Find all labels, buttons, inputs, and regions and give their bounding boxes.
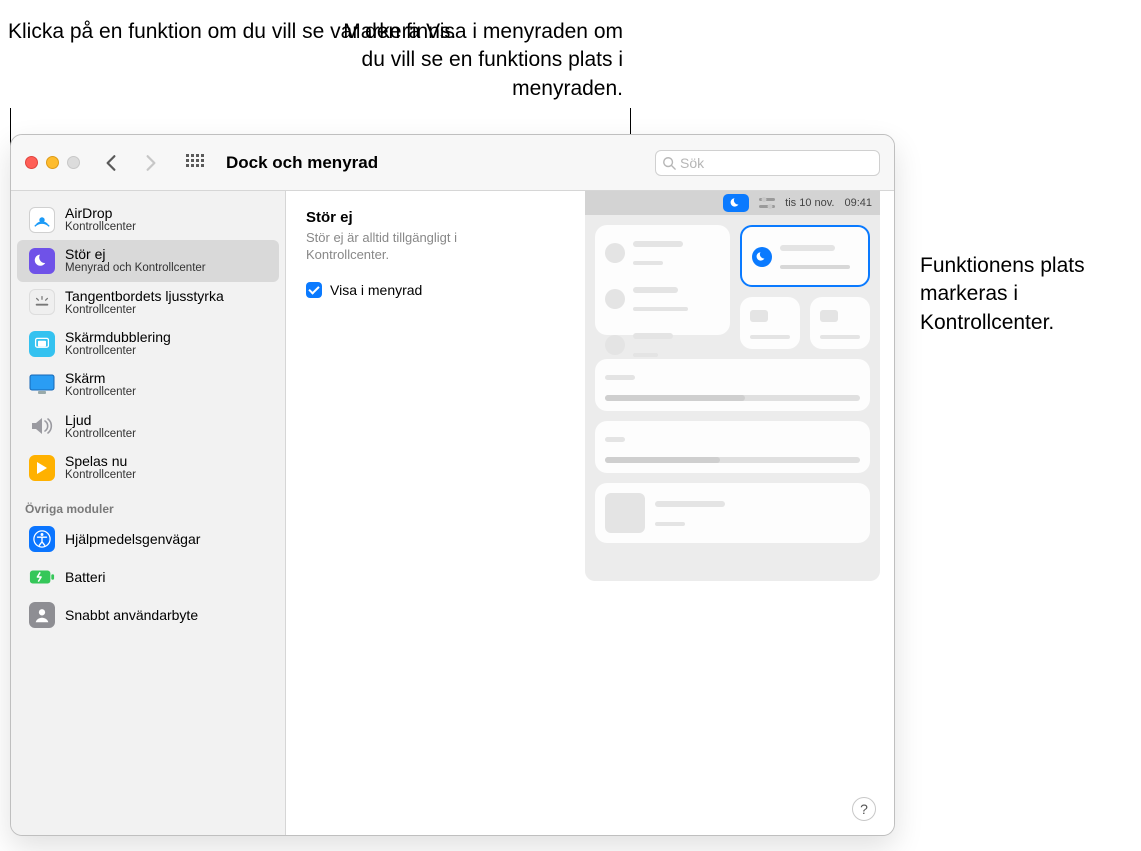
- sidebar-item-do-not-disturb[interactable]: Stör ej Menyrad och Kontrollcenter: [17, 240, 279, 281]
- display-icon: [29, 372, 55, 398]
- sidebar-item-fast-user-switching[interactable]: Snabbt användarbyte: [17, 596, 279, 634]
- moon-icon: [752, 247, 772, 267]
- airdrop-icon: [29, 207, 55, 233]
- sidebar-item-label: Spelas nu: [65, 453, 136, 469]
- sidebar-item-label: AirDrop: [65, 205, 136, 221]
- preview-tile-do-not-disturb: [740, 225, 870, 287]
- help-button[interactable]: ?: [852, 797, 876, 821]
- preview-menubar: tis 10 nov. 09:41: [585, 191, 880, 215]
- sidebar-item-label: Batteri: [65, 569, 105, 585]
- show-all-button[interactable]: [180, 148, 210, 178]
- sidebar-item-label: Skärm: [65, 370, 136, 386]
- sidebar-item-sound[interactable]: Ljud Kontrollcenter: [17, 406, 279, 447]
- detail-subtext: Stör ej är alltid tillgängligt i Kontrol…: [306, 230, 506, 264]
- detail-pane: Stör ej Stör ej är alltid tillgängligt i…: [286, 191, 894, 835]
- accessibility-icon: [29, 526, 55, 552]
- show-in-menubar-checkbox[interactable]: [306, 282, 322, 298]
- close-window-button[interactable]: [25, 156, 38, 169]
- sidebar-section-other-modules: Övriga moduler: [11, 488, 285, 520]
- sidebar-item-sublabel: Menyrad och Kontrollcenter: [65, 262, 206, 275]
- sidebar-item-sublabel: Kontrollcenter: [65, 345, 171, 358]
- menubar-control-center-icon: [759, 197, 775, 209]
- traffic-lights: [25, 156, 80, 169]
- moon-icon: [29, 248, 55, 274]
- sidebar-item-sublabel: Kontrollcenter: [65, 469, 136, 482]
- preferences-window: Dock och menyrad AirDrop Kontrollcenter: [10, 134, 895, 836]
- show-in-menubar-label: Visa i menyrad: [330, 282, 422, 298]
- menubar-dnd-pill: [723, 194, 749, 212]
- preview-tile-generic: [740, 297, 800, 349]
- forward-button: [136, 148, 166, 178]
- play-icon: [29, 455, 55, 481]
- sidebar-item-label: Ljud: [65, 412, 136, 428]
- callout-location-highlight: Funktionens plats markeras i Kontrollcen…: [920, 252, 1141, 337]
- window-toolbar: Dock och menyrad: [11, 135, 894, 191]
- window-title: Dock och menyrad: [226, 153, 378, 173]
- sidebar: AirDrop Kontrollcenter Stör ej Menyrad o…: [11, 191, 286, 835]
- sidebar-item-sublabel: Kontrollcenter: [65, 386, 136, 399]
- preview-tile-connectivity: [595, 225, 730, 335]
- sidebar-item-airdrop[interactable]: AirDrop Kontrollcenter: [17, 199, 279, 240]
- back-button[interactable]: [96, 148, 126, 178]
- preview-tile-generic: [810, 297, 870, 349]
- preview-tile-now-playing: [595, 483, 870, 543]
- sidebar-item-screen-mirroring[interactable]: Skärmdubblering Kontrollcenter: [17, 323, 279, 364]
- sidebar-item-accessibility-shortcuts[interactable]: Hjälpmedelsgenvägar: [17, 520, 279, 558]
- sidebar-item-sublabel: Kontrollcenter: [65, 304, 224, 317]
- search-icon: [662, 156, 676, 170]
- search-input[interactable]: [680, 155, 873, 171]
- callout-show-in-menubar: Markera Visa i menyraden om du vill se e…: [343, 18, 623, 103]
- screen-mirroring-icon: [29, 331, 55, 357]
- sidebar-item-label: Skärmdubblering: [65, 329, 171, 345]
- sidebar-item-display[interactable]: Skärm Kontrollcenter: [17, 364, 279, 405]
- control-center-preview: tis 10 nov. 09:41: [585, 191, 880, 581]
- sidebar-item-sublabel: Kontrollcenter: [65, 428, 136, 441]
- user-switch-icon: [29, 602, 55, 628]
- sidebar-item-label: Hjälpmedelsgenvägar: [65, 531, 200, 547]
- menubar-date: tis 10 nov.: [785, 197, 834, 209]
- menubar-time: 09:41: [844, 197, 872, 209]
- preview-tile-display-slider: [595, 359, 870, 411]
- sidebar-item-label: Stör ej: [65, 246, 206, 262]
- minimize-window-button[interactable]: [46, 156, 59, 169]
- sidebar-item-battery[interactable]: Batteri: [17, 558, 279, 596]
- sound-icon: [29, 413, 55, 439]
- search-field[interactable]: [655, 150, 880, 176]
- sidebar-item-now-playing[interactable]: Spelas nu Kontrollcenter: [17, 447, 279, 488]
- zoom-window-button: [67, 156, 80, 169]
- sidebar-item-label: Tangentbordets ljusstyrka: [65, 288, 224, 304]
- keyboard-brightness-icon: [29, 289, 55, 315]
- preview-tile-sound-slider: [595, 421, 870, 473]
- sidebar-item-label: Snabbt användarbyte: [65, 607, 198, 623]
- sidebar-item-keyboard-brightness[interactable]: Tangentbordets ljusstyrka Kontrollcenter: [17, 282, 279, 323]
- battery-icon: [29, 564, 55, 590]
- sidebar-item-sublabel: Kontrollcenter: [65, 221, 136, 234]
